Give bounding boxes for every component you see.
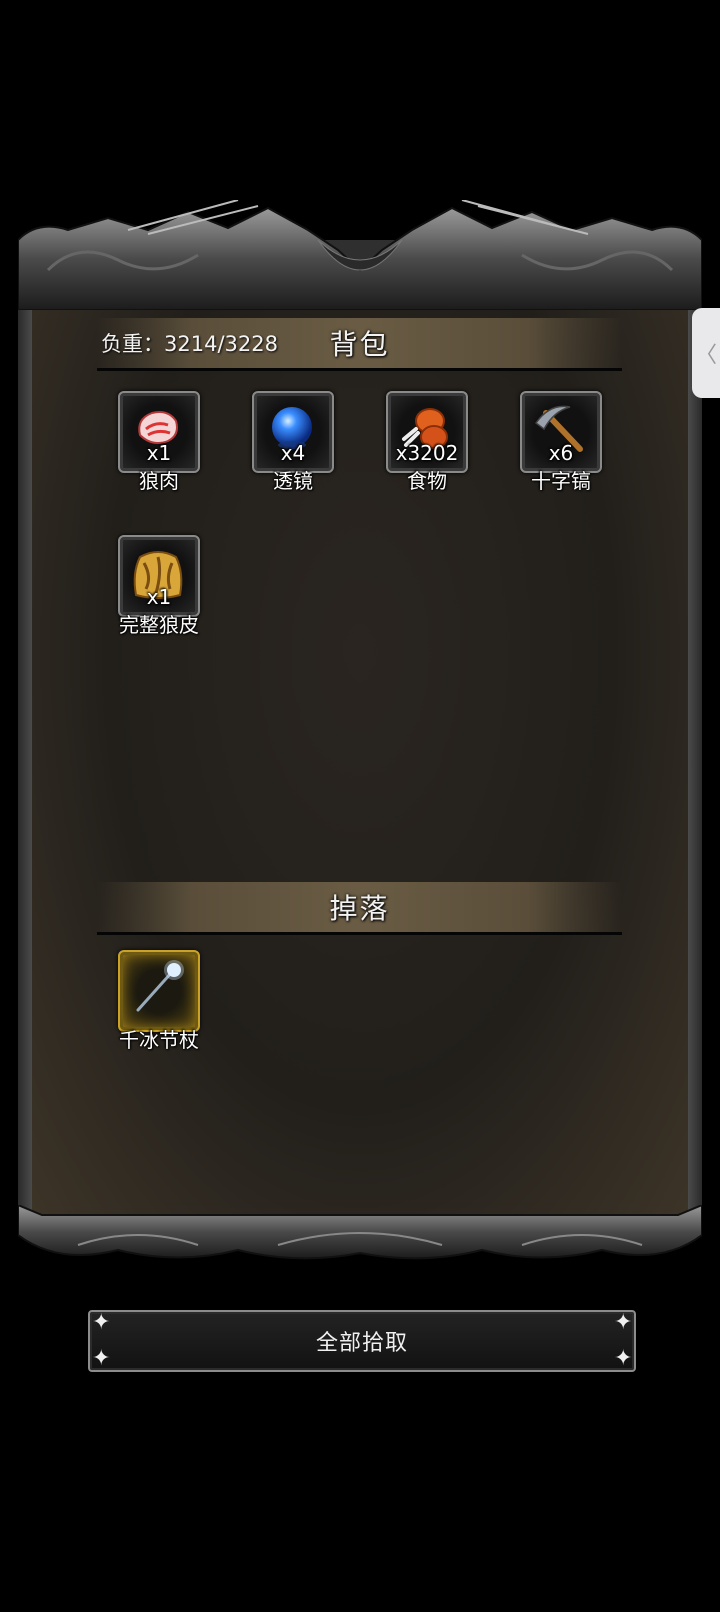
item-count: x1 [146,441,172,465]
weight-label: 负重： [101,332,164,356]
item-name: 透镜 [273,469,313,493]
weight-value: 3214/3228 [164,332,278,356]
backpack-title: 背包 [329,328,390,361]
item-name: 狼肉 [139,469,179,493]
backpack-slot-3[interactable]: x3202 食物 [386,391,468,493]
item-count: x1 [146,585,172,609]
corner-ornament-icon: ✦ [614,1310,634,1335]
item-count: x4 [280,441,306,465]
corner-ornament-icon: ✦ [92,1310,112,1335]
drops-title: 掉落 [329,892,390,925]
pickup-all-label: 全部拾取 [315,1331,408,1356]
frame-crest-ornament [18,200,702,310]
pickup-all-button[interactable]: ✦ ✦ ✦ ✦ 全部拾取 [88,1310,636,1372]
drop-slot-1[interactable]: 千冰节杖 [118,950,200,1052]
frame-bottom-ornament [18,1205,702,1260]
backpack-slot-4[interactable]: x6 十字镐 [520,391,602,493]
ice-scepter-icon [136,960,184,1012]
item-name: 食物 [407,469,447,493]
backpack-slot-1[interactable]: x1 狼肉 [118,391,200,493]
item-count: x6 [548,441,574,465]
item-name: 十字镐 [531,469,591,493]
item-name: 千冰节杖 [119,1028,199,1052]
item-count: x3202 [395,441,459,465]
item-name: 完整狼皮 [119,613,199,637]
side-panel-toggle[interactable]: 〈 [692,308,720,398]
corner-ornament-icon: ✦ [92,1346,112,1371]
corner-ornament-icon: ✦ [614,1346,634,1371]
game-screen: 〈 背包 负重：3214/3228 x1 狼肉 x4 透镜 x3202 食物 x… [0,0,720,1612]
backpack-slot-5[interactable]: x1 完整狼皮 [118,535,200,637]
weight-indicator: 负重：3214/3228 [101,328,278,358]
drops-header: 掉落 [97,882,622,935]
backpack-slot-2[interactable]: x4 透镜 [252,391,334,493]
chevron-left-icon: 〈 [694,343,717,368]
